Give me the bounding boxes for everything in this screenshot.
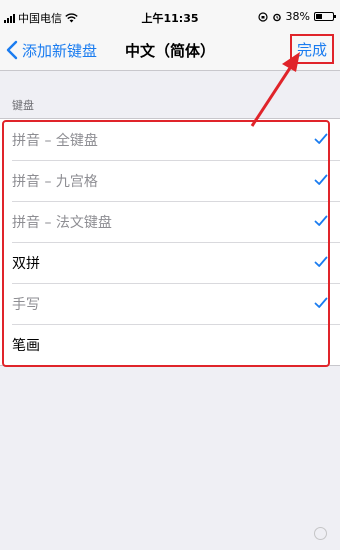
keyboard-row[interactable]: 拼音 – 九宫格 (0, 160, 340, 201)
navigation-bar: 添加新键盘 中文（简体） 完成 (0, 34, 340, 71)
keyboard-row-label: 手写 (12, 296, 40, 313)
back-button[interactable]: 添加新键盘 (4, 38, 97, 62)
keyboard-row-label: 拼音 – 九宫格 (12, 173, 98, 190)
checkmark-icon (314, 297, 328, 308)
keyboard-row-label: 双拼 (12, 255, 40, 272)
keyboard-row[interactable]: 手写 (0, 283, 340, 324)
keyboard-row[interactable]: 双拼 (0, 242, 340, 283)
battery-fill (316, 14, 322, 19)
keyboard-row[interactable]: 拼音 – 全键盘 (0, 119, 340, 160)
battery-icon (314, 12, 336, 21)
checkmark-icon (314, 215, 328, 226)
keyboard-row-label: 拼音 – 全键盘 (12, 132, 98, 149)
alarm-icon (272, 13, 281, 21)
battery-percent: 38% (285, 10, 310, 23)
orientation-lock-icon (257, 11, 268, 22)
back-button-label: 添加新键盘 (22, 41, 98, 60)
watermark (314, 527, 330, 540)
keyboard-row[interactable]: 拼音 – 法文键盘 (0, 201, 340, 242)
chevron-left-icon (6, 40, 18, 60)
keyboard-row[interactable]: 笔画 (0, 324, 340, 365)
watermark-logo-icon (314, 527, 327, 540)
done-button[interactable]: 完成 (290, 34, 334, 64)
checkmark-icon (314, 256, 328, 267)
status-bar: 中国电信 上午11:35 38% (0, 0, 340, 34)
keyboard-row-label: 笔画 (12, 337, 40, 354)
section-header: 键盘 (12, 99, 34, 112)
status-right: 38% (257, 10, 336, 23)
checkmark-icon (314, 133, 328, 144)
checkmark-icon (314, 174, 328, 185)
keyboard-row-label: 拼音 – 法文键盘 (12, 214, 112, 231)
keyboard-list: 拼音 – 全键盘 拼音 – 九宫格 拼音 – 法文键盘 双拼手写笔画 (0, 118, 340, 366)
